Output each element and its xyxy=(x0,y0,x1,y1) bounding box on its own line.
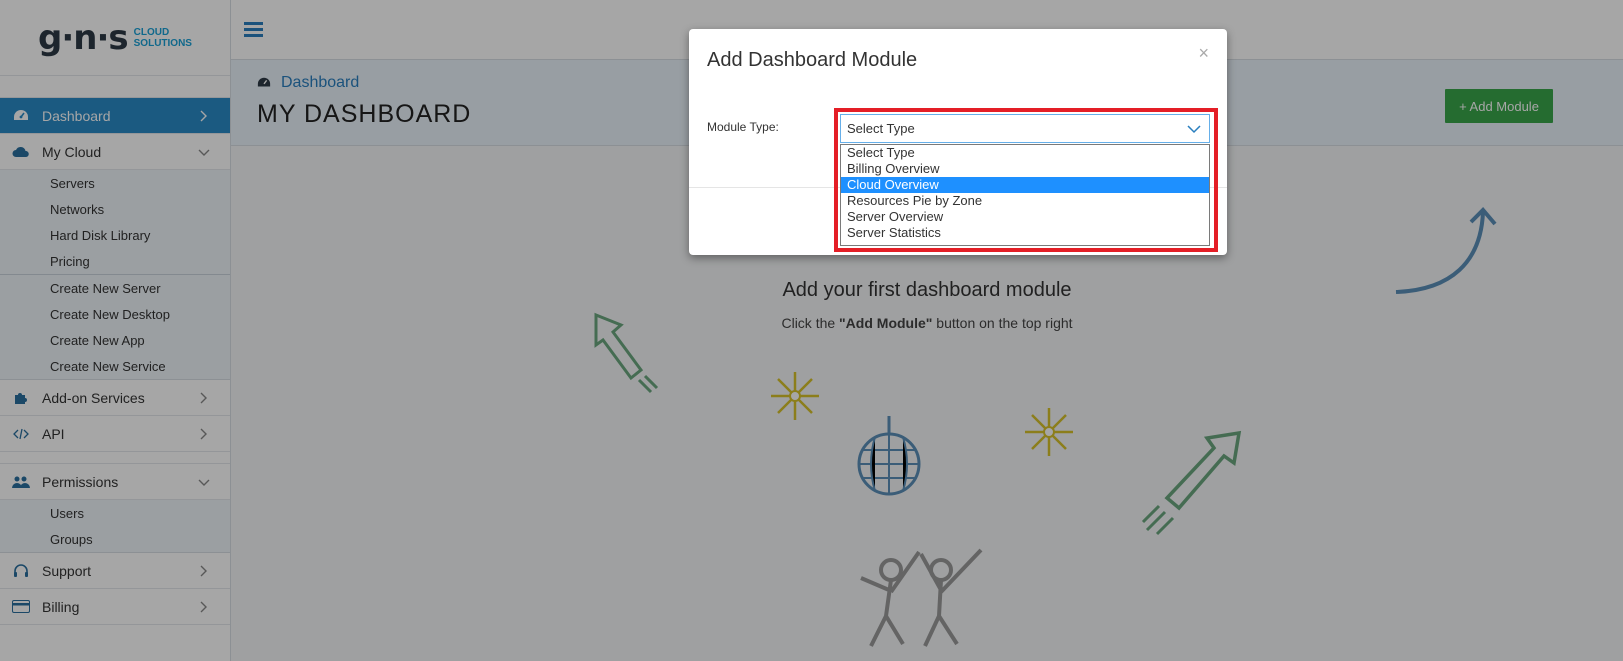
chevron-down-icon xyxy=(1187,125,1201,134)
option-cloud-overview[interactable]: Cloud Overview xyxy=(841,177,1209,193)
option-server-statistics[interactable]: Server Statistics xyxy=(841,225,1209,241)
module-type-label: Module Type: xyxy=(707,120,779,134)
option-resources-pie-by-zone[interactable]: Resources Pie by Zone xyxy=(841,193,1209,209)
option-server-overview[interactable]: Server Overview xyxy=(841,209,1209,225)
select-value: Select Type xyxy=(847,121,915,136)
modal-divider xyxy=(689,95,1227,96)
module-type-select[interactable]: Select Type xyxy=(840,114,1210,143)
option-select-type[interactable]: Select Type xyxy=(841,145,1209,161)
close-icon[interactable]: × xyxy=(1198,43,1209,64)
option-billing-overview[interactable]: Billing Overview xyxy=(841,161,1209,177)
modal-title: Add Dashboard Module xyxy=(707,49,918,71)
module-type-options: Select Type Billing Overview Cloud Overv… xyxy=(840,144,1210,246)
